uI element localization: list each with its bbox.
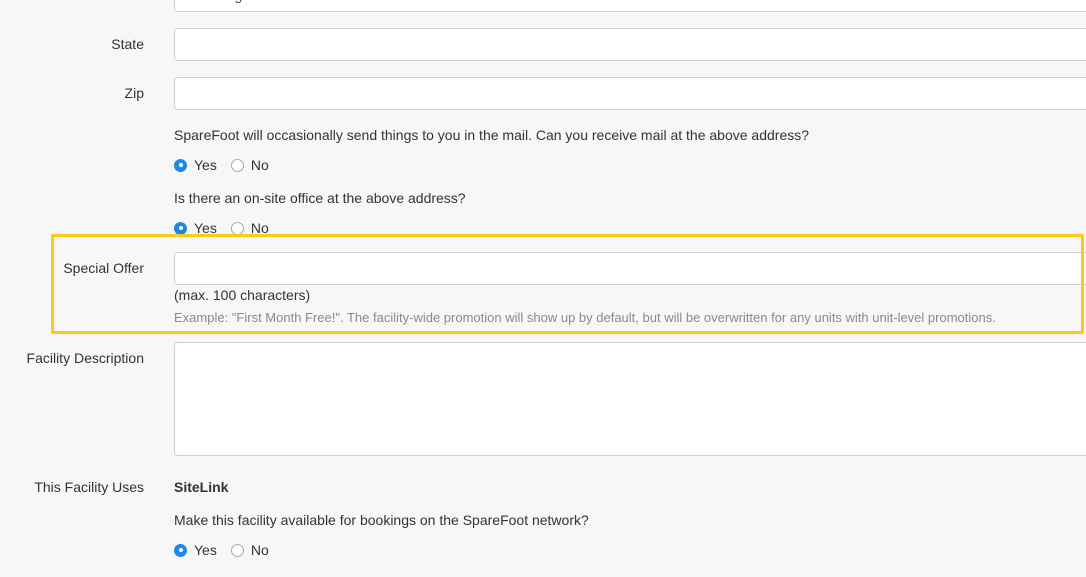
facility-description-textarea[interactable] — [174, 342, 1086, 456]
office-no-label[interactable]: No — [251, 220, 269, 236]
special-offer-limit-note: (max. 100 characters) — [174, 287, 311, 303]
mail-question: SpareFoot will occasionally send things … — [174, 127, 810, 143]
zip-input[interactable] — [174, 77, 1086, 110]
bookings-yes-radio[interactable] — [174, 543, 187, 557]
zip-label: Zip — [124, 85, 144, 101]
state-label: State — [111, 36, 144, 52]
facility-form: State Zip SpareFoot will occasionally se… — [0, 0, 1086, 577]
special-offer-example: Example: "First Month Free!". The facili… — [174, 310, 996, 325]
state-input[interactable] — [174, 28, 1086, 61]
office-yes-radio[interactable] — [174, 221, 187, 235]
bookings-question: Make this facility available for booking… — [174, 512, 589, 528]
special-offer-input[interactable] — [174, 252, 1086, 285]
facility-uses-label: This Facility Uses — [34, 479, 144, 495]
bookings-no-label[interactable]: No — [251, 542, 269, 558]
bookings-radio-group: Yes No — [174, 542, 283, 558]
bookings-no-radio[interactable] — [230, 543, 244, 557]
mail-no-radio[interactable] — [230, 158, 244, 172]
mail-yes-label[interactable]: Yes — [194, 157, 217, 173]
facility-software-value: SiteLink — [174, 479, 229, 495]
office-radio-group: Yes No — [174, 220, 283, 236]
mail-yes-radio[interactable] — [174, 158, 187, 172]
facility-description-label: Facility Description — [26, 350, 144, 366]
office-question: Is there an on-site office at the above … — [174, 190, 466, 206]
mail-radio-group: Yes No — [174, 157, 283, 173]
bookings-yes-label[interactable]: Yes — [194, 542, 217, 558]
office-no-radio[interactable] — [230, 221, 244, 235]
mail-no-label[interactable]: No — [251, 157, 269, 173]
special-offer-label: Special Offer — [63, 260, 144, 276]
office-yes-label[interactable]: Yes — [194, 220, 217, 236]
city-input[interactable] — [174, 0, 1086, 12]
